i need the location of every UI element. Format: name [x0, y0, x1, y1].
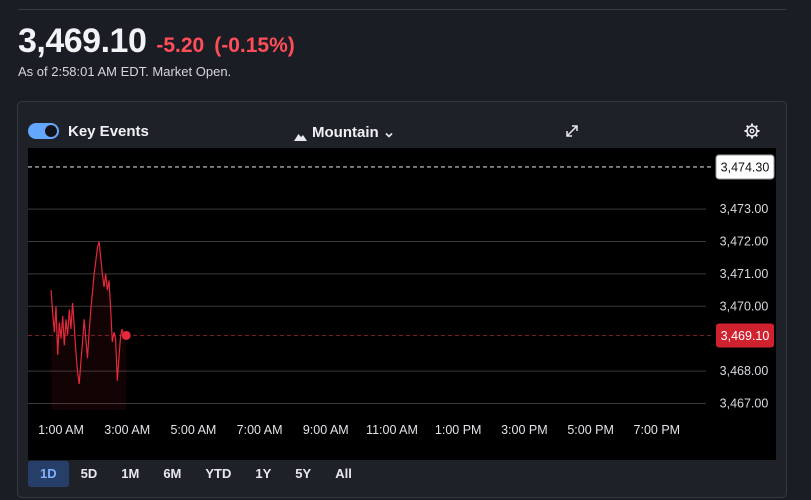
fullscreen-button[interactable] — [563, 122, 581, 140]
x-tick-label: 5:00 PM — [567, 423, 614, 437]
chart-canvas: 3,473.00 3,472.00 3,471.00 3,470.00 3,468.00… — [28, 154, 775, 437]
y-tick-label: 3,470.00 — [720, 299, 769, 313]
y-tick-label: 3,467.00 — [720, 397, 769, 411]
expand-icon — [566, 125, 578, 137]
x-tick-label: 3:00 PM — [501, 423, 548, 437]
x-tick-label: 11:00 AM — [366, 423, 418, 437]
range-button-6m[interactable]: 6M — [151, 461, 193, 487]
chart-style-dropdown[interactable]: Mountain — [294, 121, 394, 143]
chart-style-label: Mountain — [312, 123, 379, 141]
top-divider — [18, 9, 786, 10]
chart-toolbar: Key Events Mountain — [28, 120, 776, 144]
last-price: 3,469.10 — [18, 22, 147, 60]
price-change: -5.20 — [156, 34, 205, 57]
x-tick-label: 7:00 AM — [237, 423, 283, 437]
previous-close-label: 3,474.30 — [721, 160, 770, 174]
key-events-label: Key Events — [68, 123, 149, 140]
range-button-5y[interactable]: 5Y — [283, 461, 323, 487]
x-tick-label: 5:00 AM — [170, 423, 216, 437]
range-button-1m[interactable]: 1M — [109, 461, 151, 487]
x-tick-label: 3:00 AM — [104, 423, 150, 437]
range-button-5d[interactable]: 5D — [69, 461, 110, 487]
x-tick-label: 1:00 AM — [38, 423, 84, 437]
range-button-all[interactable]: All — [323, 461, 364, 487]
quote-header: 3,469.10 -5.20 (-0.15%) — [18, 22, 295, 61]
price-change-percent: (-0.15%) — [214, 34, 295, 57]
last-price-label: 3,469.10 — [721, 329, 770, 343]
gear-icon — [744, 123, 760, 139]
y-tick-label: 3,472.00 — [720, 234, 769, 248]
mountain-icon — [294, 128, 307, 141]
y-tick-label: 3,473.00 — [720, 202, 769, 216]
range-button-1d[interactable]: 1D — [28, 461, 69, 487]
x-tick-label: 9:00 AM — [303, 423, 349, 437]
toggle-knob — [45, 125, 57, 137]
time-range-selector: 1D 5D 1M 6M YTD 1Y 5Y All — [28, 461, 364, 487]
as-of-timestamp: As of 2:58:01 AM EDT. Market Open. — [18, 64, 232, 79]
x-tick-label: 7:00 PM — [634, 423, 681, 437]
last-price-dot — [121, 330, 131, 340]
x-tick-label: 1:00 PM — [435, 423, 482, 437]
price-chart[interactable]: 3,473.00 3,472.00 3,471.00 3,470.00 3,468.00… — [28, 148, 776, 460]
range-button-ytd[interactable]: YTD — [193, 461, 243, 487]
y-tick-label: 3,471.00 — [720, 267, 769, 281]
range-button-1y[interactable]: 1Y — [243, 461, 283, 487]
chevron-down-icon — [384, 127, 394, 138]
chart-card: Key Events Mountain 3,473.00 3,472.00 3,… — [17, 101, 787, 498]
settings-button[interactable] — [743, 122, 761, 140]
y-tick-label: 3,468.00 — [720, 364, 769, 378]
key-events-toggle[interactable] — [28, 123, 59, 139]
